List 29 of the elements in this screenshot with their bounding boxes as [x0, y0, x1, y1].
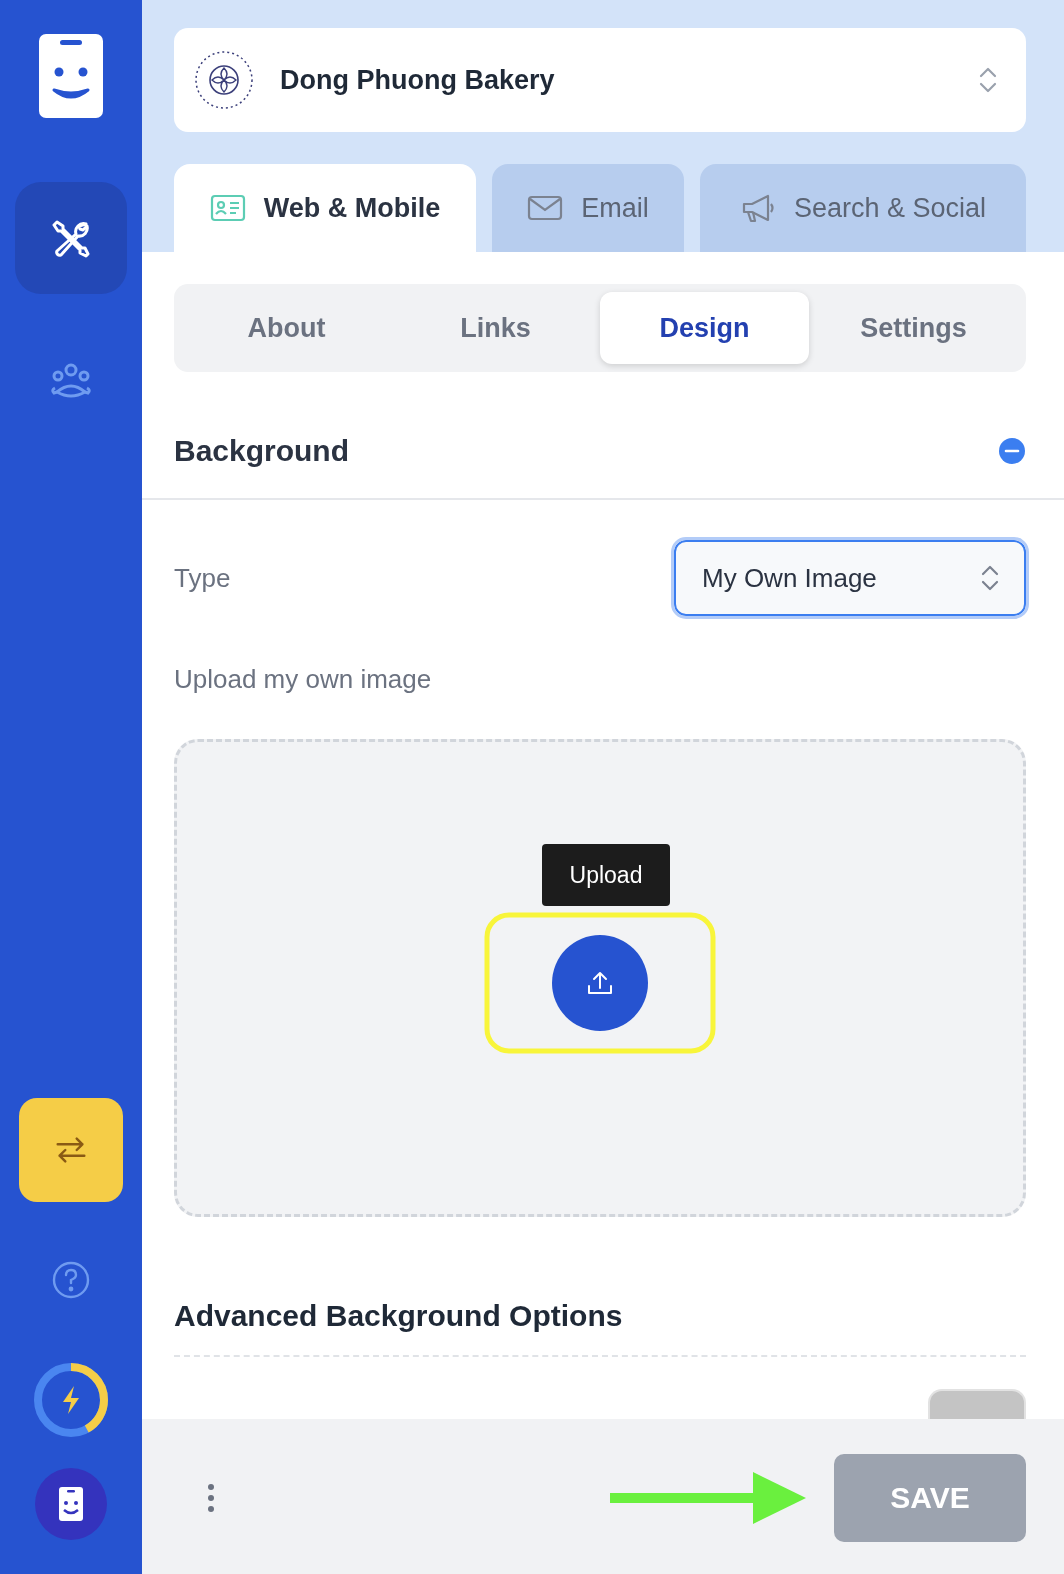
collapse-icon[interactable] — [998, 437, 1026, 465]
channel-tab[interactable]: Email — [492, 164, 684, 252]
business-selector[interactable]: Dong Phuong Bakery — [174, 28, 1026, 132]
section-title: Background — [174, 434, 350, 468]
section-tab[interactable]: Links — [391, 292, 600, 364]
channel-tab[interactable]: Search & Social — [700, 164, 1026, 252]
envelope-icon — [527, 194, 564, 222]
bakery-logo-icon — [194, 50, 254, 110]
image-dropzone[interactable]: Upload — [174, 739, 1026, 1217]
id-card-icon — [209, 194, 246, 222]
upload-label: Upload my own image — [174, 664, 432, 695]
channel-tab[interactable]: Web & Mobile — [174, 164, 476, 252]
stepper-icon — [980, 563, 1000, 593]
section-tab[interactable]: Settings — [809, 292, 1018, 364]
app-logo-icon — [39, 34, 103, 118]
type-label: Type — [174, 562, 231, 594]
tools-nav-button[interactable] — [15, 182, 127, 294]
section-tab[interactable]: Design — [600, 292, 809, 364]
more-icon[interactable] — [206, 1482, 216, 1514]
section-tab[interactable]: About — [182, 292, 391, 364]
stepper-icon — [978, 65, 998, 95]
usage-meter[interactable] — [31, 1360, 111, 1440]
type-select[interactable]: My Own Image — [674, 540, 1026, 616]
help-icon[interactable] — [51, 1260, 91, 1300]
tooltip: Upload — [542, 844, 670, 906]
subsection-title: Advanced Background Options — [174, 1299, 624, 1333]
switch-button[interactable] — [19, 1098, 123, 1202]
account-avatar-icon[interactable] — [35, 1468, 107, 1540]
toggle-control[interactable] — [928, 1389, 1026, 1419]
